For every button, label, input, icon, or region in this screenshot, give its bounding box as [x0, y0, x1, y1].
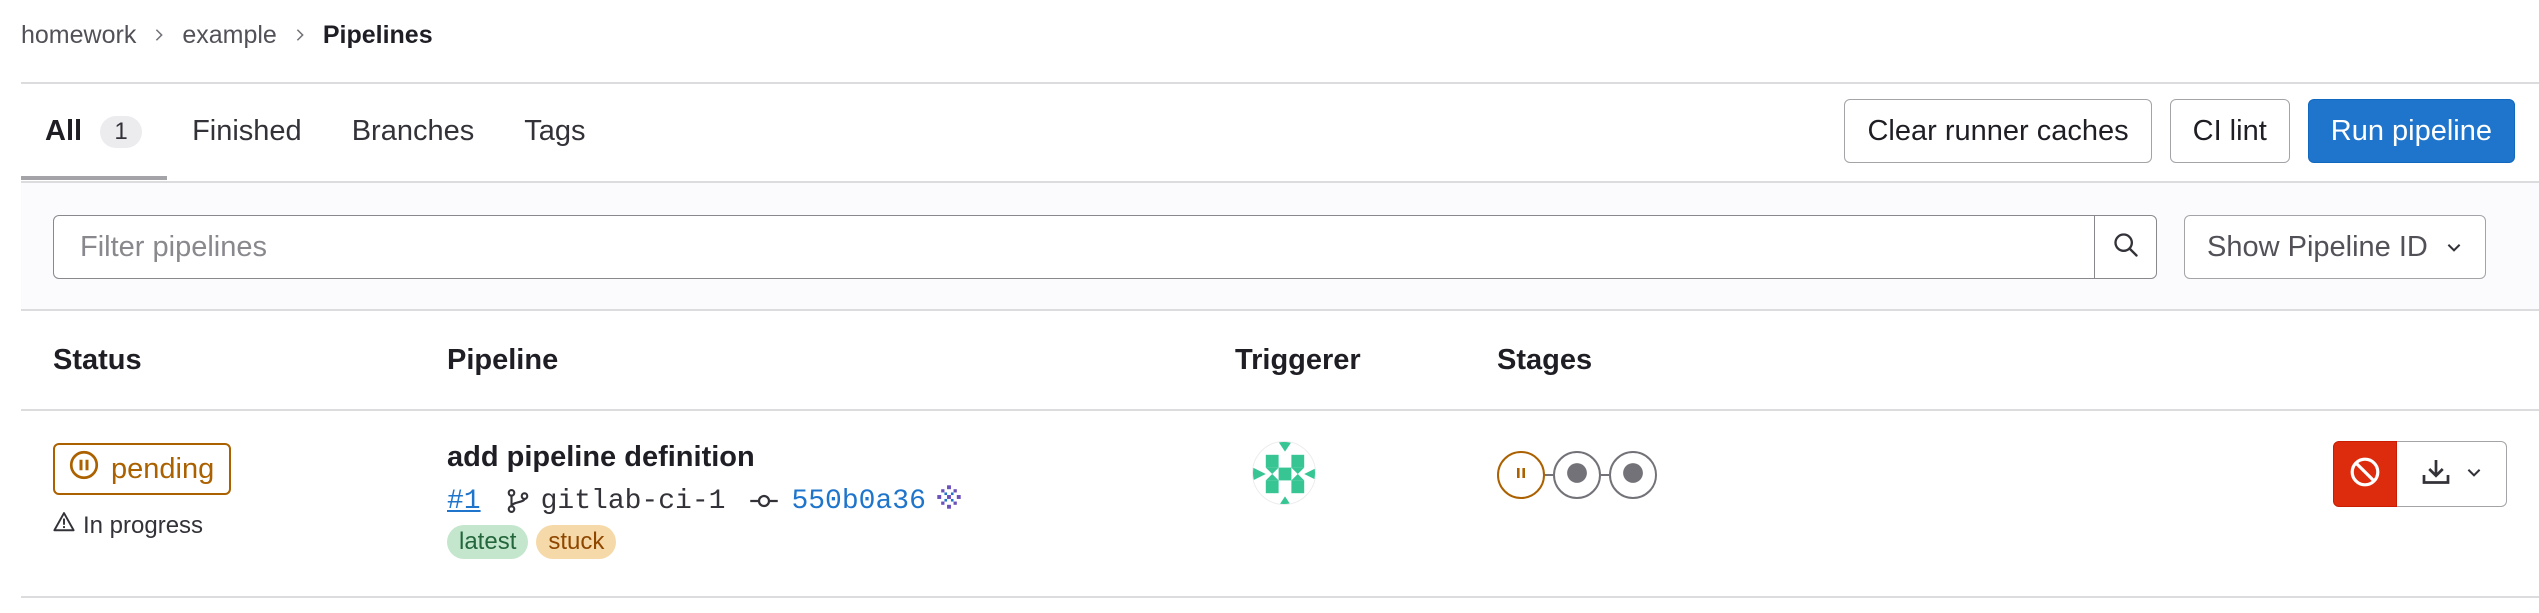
breadcrumb-item-example[interactable]: example: [182, 21, 277, 50]
status-pending-icon: [69, 450, 99, 488]
show-pipeline-id-dropdown[interactable]: Show Pipeline ID: [2184, 215, 2486, 279]
pipeline-title[interactable]: add pipeline definition: [447, 441, 755, 474]
cancel-icon: [2349, 456, 2381, 493]
chevron-right-icon: [293, 28, 307, 42]
table-header: Status Pipeline Triggerer Stages: [21, 311, 2539, 411]
stage-created[interactable]: [1609, 451, 1657, 499]
pipeline-tabs: All 1 Finished Branches Tags: [21, 84, 610, 180]
stage-connector: [1545, 474, 1553, 476]
breadcrumb: homework example Pipelines: [21, 0, 433, 70]
row-actions: [2333, 441, 2507, 507]
breadcrumb-item-homework[interactable]: homework: [21, 21, 136, 50]
header-stages: Stages: [1497, 343, 1593, 376]
pipeline-ref-link[interactable]: gitlab-ci-1: [541, 486, 726, 517]
tab-all[interactable]: All 1: [21, 84, 168, 180]
tab-finished[interactable]: Finished: [167, 84, 327, 179]
status-pending-icon: [1511, 463, 1531, 488]
stage-connector: [1601, 474, 1609, 476]
clear-runner-caches-button[interactable]: Clear runner caches: [1844, 99, 2152, 163]
tab-count-badge: 1: [100, 115, 143, 148]
status-detail: In progress: [53, 511, 203, 540]
status-created-icon: [1566, 462, 1588, 489]
tab-label: All: [45, 115, 83, 147]
pipeline-meta: #1 gitlab-ci-1 550b0a36: [447, 481, 962, 521]
stage-created[interactable]: [1553, 451, 1601, 499]
search-button[interactable]: [2094, 216, 2156, 278]
table-row: pending In progress add pipeline definit…: [21, 411, 2539, 598]
search-icon: [2112, 231, 2140, 264]
header-actions: Clear runner caches CI lint Run pipeline: [1844, 99, 2515, 163]
cancel-pipeline-button[interactable]: [2333, 441, 2397, 507]
status-detail-text: In progress: [83, 511, 204, 539]
pipeline-id-link[interactable]: #1: [447, 486, 481, 517]
branch-icon: [505, 488, 531, 514]
status-badge[interactable]: pending: [53, 443, 232, 495]
filter-bar: Show Pipeline ID: [21, 181, 2539, 311]
download-icon: [2421, 457, 2451, 492]
warning-icon: [53, 511, 75, 540]
tab-branches[interactable]: Branches: [327, 84, 500, 179]
status-created-icon: [1622, 462, 1644, 489]
label-stuck[interactable]: stuck: [536, 525, 617, 559]
avatar[interactable]: [1252, 441, 1316, 505]
commit-icon: [749, 491, 779, 511]
commit-sha-link[interactable]: 550b0a36: [791, 486, 925, 517]
breadcrumb-current[interactable]: Pipelines: [323, 21, 433, 50]
download-artifacts-dropdown[interactable]: [2397, 441, 2507, 507]
header-status: Status: [53, 343, 142, 376]
tab-label: Branches: [351, 115, 475, 147]
tab-label: Tags: [524, 115, 586, 147]
pipeline-stages: [1497, 451, 1657, 499]
dropdown-label: Show Pipeline ID: [2207, 230, 2428, 263]
stage-pending[interactable]: [1497, 451, 1545, 499]
label-latest: latest: [447, 525, 529, 559]
chevron-right-icon: [152, 28, 166, 42]
ci-lint-button[interactable]: CI lint: [2169, 99, 2290, 163]
filter-pipelines-input[interactable]: [54, 216, 2094, 278]
tab-tags[interactable]: Tags: [499, 84, 610, 179]
commit-signature-icon: [936, 484, 962, 519]
filter-search-box: [53, 215, 2157, 279]
chevron-down-icon: [2445, 231, 2463, 264]
header-pipeline: Pipeline: [447, 343, 559, 376]
chevron-down-icon: [2465, 463, 2483, 486]
pipeline-labels: latest stuck: [447, 525, 617, 559]
header-triggerer: Triggerer: [1235, 343, 1361, 376]
tab-label: Finished: [192, 115, 302, 147]
run-pipeline-button[interactable]: Run pipeline: [2307, 99, 2515, 163]
status-label: pending: [111, 452, 215, 485]
